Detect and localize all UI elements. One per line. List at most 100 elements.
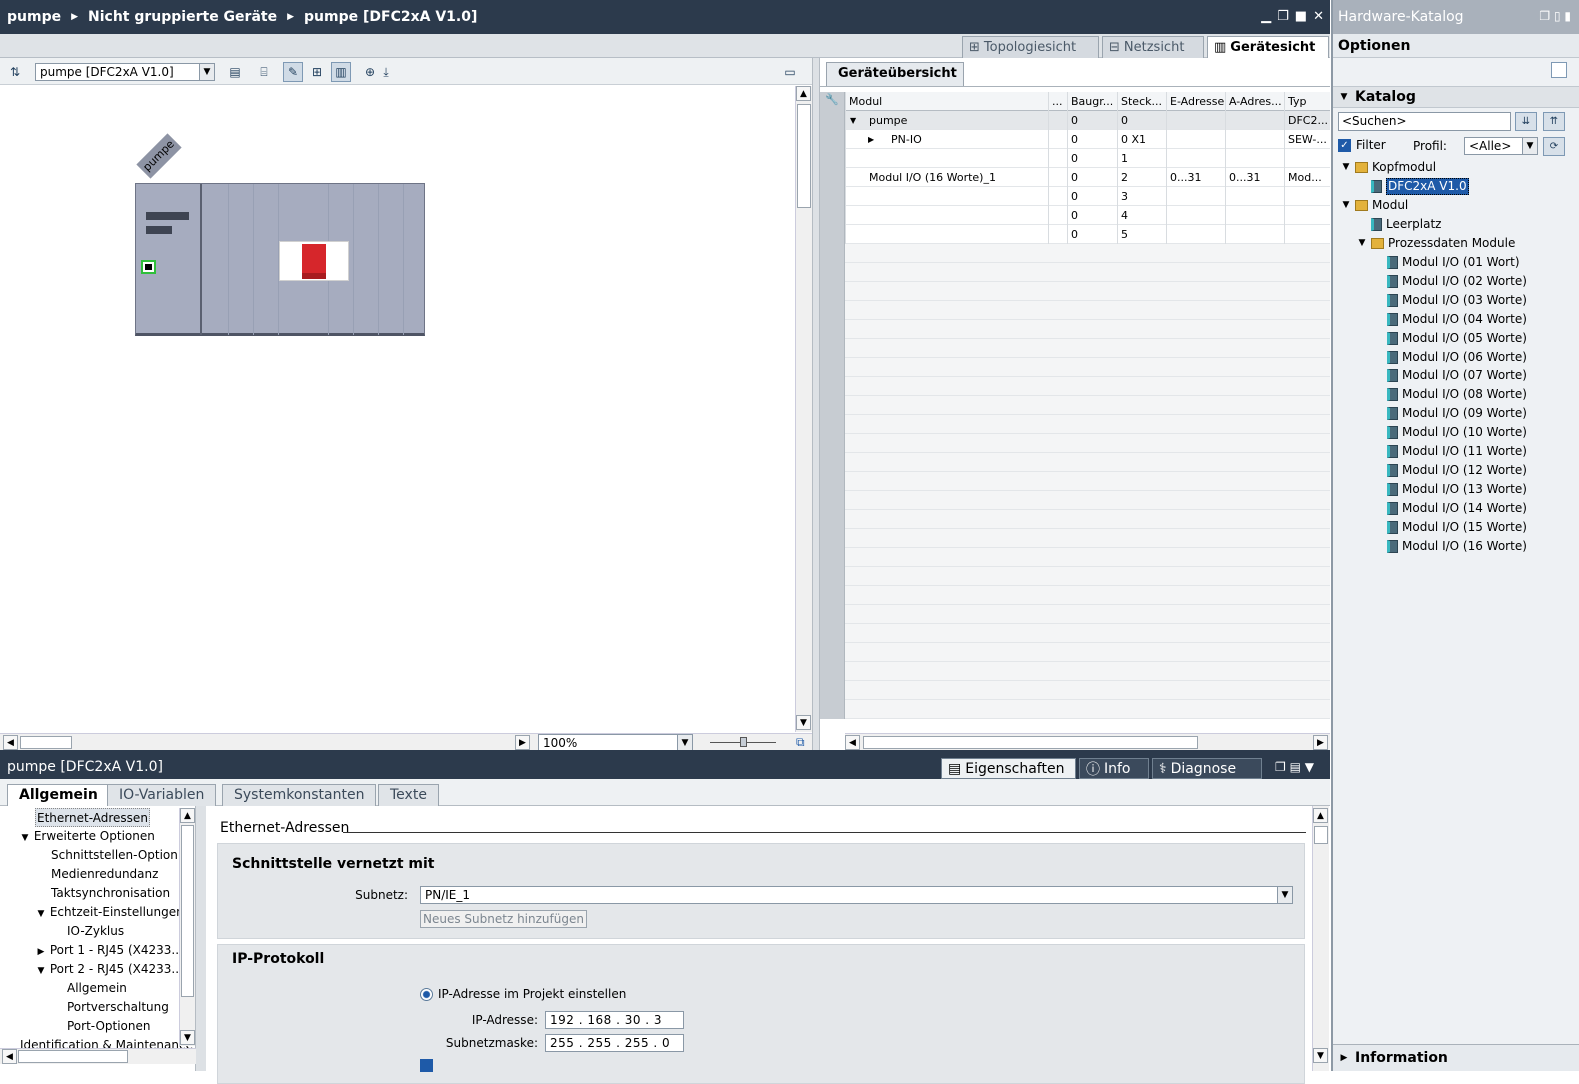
table-row[interactable]: 05: [820, 225, 1330, 244]
nav-schnittstellen-optionen[interactable]: Schnittstellen-Option...: [51, 846, 189, 865]
tab-device-view[interactable]: ▥ Gerätesicht: [1207, 36, 1329, 58]
breadcrumb-project[interactable]: pumpe: [7, 9, 61, 25]
nav-portverschaltung[interactable]: Portverschaltung: [67, 998, 169, 1017]
tree-node-module-io[interactable]: Modul I/O (14 Worte): [1387, 499, 1527, 518]
column-header[interactable]: ...: [1048, 92, 1067, 111]
columns-icon[interactable]: ▥: [331, 62, 351, 82]
search-up-icon[interactable]: ⇈: [1543, 112, 1565, 131]
scroll-thumb[interactable]: [797, 104, 811, 208]
tree-node-module-io[interactable]: Modul I/O (13 Worte): [1387, 480, 1527, 499]
chevron-down-icon[interactable]: ▼: [36, 905, 46, 924]
scroll-down-icon[interactable]: ▼: [1313, 1048, 1328, 1063]
tree-node-prozessdaten[interactable]: ▼ Prozessdaten Module: [1357, 234, 1516, 253]
chevron-down-icon[interactable]: ▼: [36, 962, 46, 981]
subtab-systemkonstanten[interactable]: Systemkonstanten: [222, 784, 377, 806]
tree-node-module-io[interactable]: Modul I/O (05 Worte): [1387, 329, 1527, 348]
tree-node-module-io[interactable]: Modul I/O (04 Worte): [1387, 310, 1527, 329]
scroll-thumb[interactable]: [1314, 826, 1328, 844]
radio-selected-icon[interactable]: [420, 987, 433, 1001]
canvas-horizontal-scrollbar[interactable]: ◀ ▶ 100% ▼ ⧉: [0, 733, 812, 752]
nav-vertical-scrollbar[interactable]: ▲ ▼: [179, 808, 195, 1046]
download-icon[interactable]: ⤓: [376, 62, 396, 82]
subtab-allgemein[interactable]: Allgemein: [7, 784, 110, 806]
scroll-thumb[interactable]: [20, 736, 72, 749]
device-rack[interactable]: [135, 183, 425, 336]
device-nav-icon[interactable]: ⇅: [5, 62, 25, 82]
catalog-options-header[interactable]: Optionen: [1333, 34, 1579, 58]
tab-eigenschaften[interactable]: ▤ Eigenschaften: [941, 758, 1076, 779]
catalog-refresh-icon[interactable]: ⟳: [1543, 137, 1565, 156]
scroll-right-icon[interactable]: ▶: [515, 735, 530, 750]
chevron-down-icon[interactable]: ▼: [1341, 158, 1351, 177]
tab-diagnose[interactable]: ⚕ Diagnose: [1152, 758, 1262, 779]
column-header[interactable]: Modul: [845, 92, 1048, 111]
nav-medienredundanz[interactable]: Medienredundanz: [51, 865, 158, 884]
ip-in-project-radio[interactable]: IP-Adresse im Projekt einstellen: [420, 987, 626, 1001]
breadcrumb-device[interactable]: pumpe [DFC2xA V1.0]: [304, 9, 477, 25]
pencil-icon[interactable]: ✎: [283, 62, 303, 82]
tree-node-module-io[interactable]: Modul I/O (01 Wort): [1387, 253, 1520, 272]
tab-info[interactable]: ⓘ Info: [1079, 758, 1149, 779]
nav-port-2[interactable]: ▼ Port 2 - RJ45 (X4233...: [36, 960, 183, 979]
grid-icon[interactable]: ▤: [225, 62, 245, 82]
search-down-icon[interactable]: ⇊: [1515, 112, 1537, 131]
chevron-down-icon[interactable]: ▼: [199, 64, 214, 80]
nav-echtzeit-einstellungen[interactable]: ▼ Echtzeit-Einstellungen: [36, 903, 184, 922]
zoom-slider-handle[interactable]: [740, 737, 747, 747]
maximize-icon[interactable]: ■: [1295, 9, 1307, 24]
scroll-left-icon[interactable]: ◀: [845, 735, 860, 750]
subnet-select[interactable]: PN/IE_1 ▼: [420, 886, 1293, 904]
chevron-down-icon[interactable]: ▼: [1341, 196, 1351, 215]
io-module[interactable]: [279, 241, 349, 281]
scroll-down-icon[interactable]: ▼: [180, 1030, 195, 1045]
table-icon[interactable]: ⊞: [307, 62, 327, 82]
profile-selector[interactable]: <Alle> ▼: [1464, 137, 1538, 155]
tree-node-module-io[interactable]: Modul I/O (09 Worte): [1387, 404, 1527, 423]
chevron-right-icon[interactable]: ▶: [868, 130, 874, 149]
nav-taktsynchronisation[interactable]: Taktsynchronisation: [51, 884, 170, 903]
column-header[interactable]: Steck...: [1117, 92, 1166, 111]
close-icon[interactable]: ✕: [1313, 9, 1324, 24]
scroll-down-icon[interactable]: ▼: [796, 715, 811, 730]
table-row[interactable]: 03: [820, 187, 1330, 206]
scroll-thumb[interactable]: [18, 1050, 128, 1063]
checkbox-checked-icon[interactable]: ✓: [1338, 138, 1351, 152]
tab-device-overview[interactable]: Geräteübersicht: [826, 62, 964, 86]
chevron-down-icon[interactable]: ▼: [1357, 234, 1367, 253]
overview-horizontal-scrollbar[interactable]: ◀ ▶: [845, 733, 1330, 751]
breadcrumb-group[interactable]: Nicht gruppierte Geräte: [88, 9, 277, 25]
column-header[interactable]: Baugr...: [1067, 92, 1117, 111]
catalog-information-header[interactable]: ▶ Information: [1333, 1044, 1579, 1071]
tree-node-kopfmodul[interactable]: ▼ Kopfmodul: [1341, 158, 1437, 177]
nav-horizontal-scrollbar[interactable]: ◀: [0, 1048, 196, 1064]
chevron-down-icon[interactable]: ▼: [1339, 87, 1349, 108]
column-header[interactable]: E-Adresse: [1166, 92, 1225, 111]
tab-network-view[interactable]: ⊟ Netzsicht: [1102, 36, 1204, 58]
chevron-down-icon[interactable]: ▼: [1522, 138, 1537, 154]
table-row[interactable]: Modul I/O (16 Worte)_1 0 2 0...31 0...31 Mod.…: [820, 168, 1330, 187]
tab-topology-view[interactable]: ⊞ Topologiesicht: [962, 36, 1099, 58]
add-subnet-button[interactable]: Neues Subnetz hinzufügen: [420, 910, 587, 928]
scroll-right-icon[interactable]: ▶: [1313, 735, 1328, 750]
nav-erweiterte-optionen[interactable]: ▼ Erweiterte Optionen: [20, 827, 155, 846]
nav-port-allgemein[interactable]: Allgemein: [67, 979, 127, 998]
filter-icon[interactable]: 🔧: [825, 93, 839, 106]
catalog-section-header[interactable]: ▼ Katalog: [1333, 86, 1579, 108]
head-module[interactable]: [136, 184, 202, 335]
scroll-up-icon[interactable]: ▲: [180, 808, 195, 823]
chevron-right-icon[interactable]: ▶: [1339, 1045, 1349, 1071]
chevron-down-icon[interactable]: ▼: [677, 735, 692, 751]
tree-node-leerplatz[interactable]: Leerplatz: [1371, 215, 1441, 234]
subtab-texte[interactable]: Texte: [378, 784, 439, 806]
table-row[interactable]: 01: [820, 149, 1330, 168]
chevron-down-icon[interactable]: ▼: [850, 111, 856, 130]
nav-ethernet-adressen[interactable]: Ethernet-Adressen: [35, 808, 150, 827]
checkbox-checked-icon[interactable]: [420, 1059, 433, 1072]
minimize-icon[interactable]: ▁: [1261, 9, 1271, 24]
table-row[interactable]: ▶ PN-IO 0 0 X1 SEW-...: [820, 130, 1330, 149]
scroll-left-icon[interactable]: ◀: [3, 735, 18, 750]
options-panel-icon[interactable]: [1551, 62, 1567, 78]
tree-node-module-io[interactable]: Modul I/O (03 Worte): [1387, 291, 1527, 310]
table-row[interactable]: ▼ pumpe 0 0 DFC2...: [820, 111, 1330, 130]
tree-node-module-io[interactable]: Modul I/O (16 Worte): [1387, 537, 1527, 556]
